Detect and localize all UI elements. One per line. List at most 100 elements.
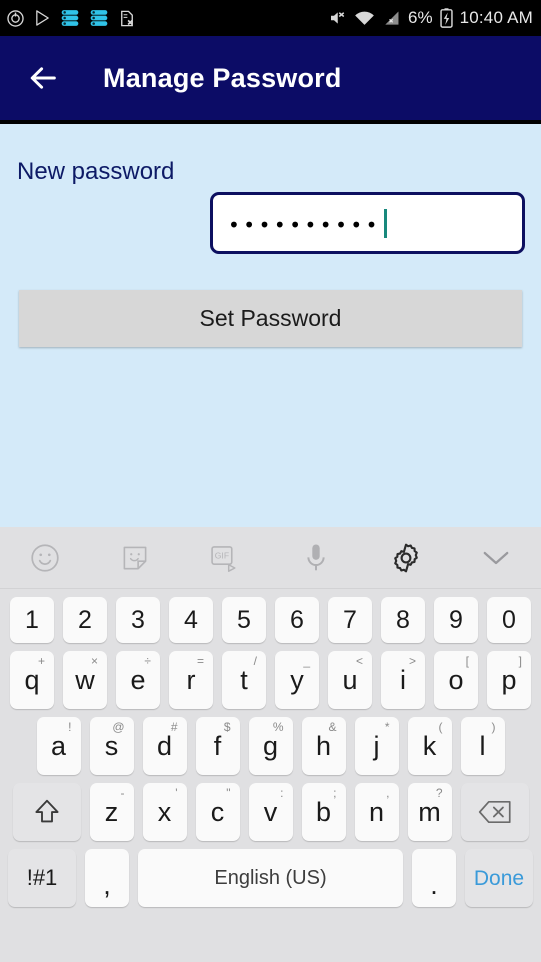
password-masked-value: •••••••••• <box>228 213 381 237</box>
key-t[interactable]: / t <box>222 651 266 709</box>
key-alt-label: = <box>196 654 204 668</box>
key-z[interactable]: -z <box>89 783 134 841</box>
key-label: 9 <box>449 605 463 634</box>
shift-key[interactable] <box>12 783 81 841</box>
mute-icon <box>330 12 345 24</box>
key-k[interactable]: (k <box>407 717 452 775</box>
space-key[interactable]: English (US) <box>138 849 403 907</box>
key-alt-label: , <box>386 786 390 800</box>
key-label: e <box>130 664 146 695</box>
key-label: g <box>262 730 279 761</box>
key-2[interactable]: 2 <box>63 597 107 643</box>
key-i[interactable]: > i <box>381 651 425 709</box>
key-3[interactable]: 3 <box>116 597 160 643</box>
key-label: u <box>342 664 358 695</box>
key-label: 6 <box>290 605 304 634</box>
document-error-icon <box>121 10 133 26</box>
key-b[interactable]: ; b <box>301 783 346 841</box>
microphone-icon[interactable] <box>271 527 361 588</box>
key-alt-label: ] <box>518 654 522 668</box>
key-label: English (US) <box>214 867 327 889</box>
key-label: o <box>448 664 464 695</box>
key-alt-label: : <box>280 786 284 800</box>
key-o[interactable]: [o <box>434 651 478 709</box>
back-arrow-icon[interactable] <box>26 61 60 95</box>
key-alt-label: ' <box>175 786 178 800</box>
key-alt-label: ) <box>491 720 496 734</box>
key-1[interactable]: 1 <box>10 597 54 643</box>
key-m[interactable]: ? m <box>407 783 452 841</box>
key-q[interactable]: + q <box>10 651 54 709</box>
status-bar: 6% 10:40 AM <box>0 0 541 36</box>
set-password-button[interactable]: Set Password <box>19 290 522 347</box>
chevron-down-icon[interactable] <box>451 527 541 588</box>
key-u[interactable]: < u <box>328 651 372 709</box>
period-key[interactable]: . <box>412 849 456 907</box>
backspace-key[interactable] <box>460 783 529 841</box>
key-5[interactable]: 5 <box>222 597 266 643</box>
key-a[interactable]: ! a <box>36 717 81 775</box>
key-label: s <box>104 730 119 761</box>
key-alt-label: _ <box>303 654 310 668</box>
emoji-icon[interactable] <box>0 527 90 588</box>
backspace-icon <box>478 800 511 824</box>
key-p[interactable]: ] p <box>487 651 531 709</box>
sticker-icon[interactable] <box>90 527 180 588</box>
key-h[interactable]: & h <box>301 717 346 775</box>
key-label: p <box>501 664 517 695</box>
key-e[interactable]: ÷ e <box>116 651 160 709</box>
key-g[interactable]: % g <box>248 717 293 775</box>
symbols-key[interactable]: !#1 <box>8 849 76 907</box>
key-label: n <box>368 796 385 827</box>
app-bar: Manage Password <box>0 36 541 120</box>
key-v[interactable]: :v <box>248 783 293 841</box>
key-4[interactable]: 4 <box>169 597 213 643</box>
phone-screen: 6% 10:40 AM Manage Password New password… <box>0 0 541 962</box>
key-alt-label: * <box>384 720 390 734</box>
key-c[interactable]: " c <box>195 783 240 841</box>
key-alt-label: # <box>170 720 178 734</box>
key-alt-label: $ <box>223 720 231 734</box>
keyboard-toolbar: GIF <box>0 527 541 589</box>
key-8[interactable]: 8 <box>381 597 425 643</box>
key-alt-label: < <box>355 654 363 668</box>
key-7[interactable]: 7 <box>328 597 372 643</box>
key-s[interactable]: @ s <box>89 717 134 775</box>
settings-gear-icon[interactable] <box>361 527 451 588</box>
done-key[interactable]: Done <box>465 849 533 907</box>
key-l[interactable]: ) l <box>460 717 505 775</box>
key-6[interactable]: 6 <box>275 597 319 643</box>
gif-icon[interactable]: GIF <box>180 527 270 588</box>
key-f[interactable]: $ f <box>195 717 240 775</box>
key-alt-label: [ <box>465 654 469 668</box>
content-area: New password •••••••••• Set Password <box>0 124 541 527</box>
play-store-icon <box>36 10 49 26</box>
key-x[interactable]: ' x <box>142 783 187 841</box>
key-label: z <box>104 796 119 827</box>
key-label: r <box>186 664 196 695</box>
comma-key[interactable]: , <box>85 849 129 907</box>
key-label: 1 <box>25 605 39 634</box>
key-y[interactable]: _ y <box>275 651 319 709</box>
no-signal-icon <box>385 11 399 25</box>
key-r[interactable]: = r <box>169 651 213 709</box>
page-title: Manage Password <box>103 62 342 93</box>
key-alt-label: - <box>120 786 125 800</box>
keyboard-row-bottom-letters: -z ' x " c :v ; b ,n ? m <box>0 783 541 841</box>
key-label: x <box>157 796 172 827</box>
key-n[interactable]: ,n <box>354 783 399 841</box>
key-label: 4 <box>184 605 198 634</box>
keyboard-row-numbers: 1 2 3 4 5 6 7 8 9 0 <box>0 597 541 643</box>
key-alt-label: × <box>90 654 98 668</box>
key-w[interactable]: × w <box>63 651 107 709</box>
key-label: d <box>156 730 173 761</box>
new-password-input[interactable]: •••••••••• <box>210 192 525 254</box>
key-label: 3 <box>131 605 145 634</box>
key-label: w <box>75 664 95 695</box>
key-0[interactable]: 0 <box>487 597 531 643</box>
key-d[interactable]: # d <box>142 717 187 775</box>
key-label: b <box>315 796 332 827</box>
task-list-icon <box>61 10 79 26</box>
key-9[interactable]: 9 <box>434 597 478 643</box>
key-j[interactable]: * j <box>354 717 399 775</box>
